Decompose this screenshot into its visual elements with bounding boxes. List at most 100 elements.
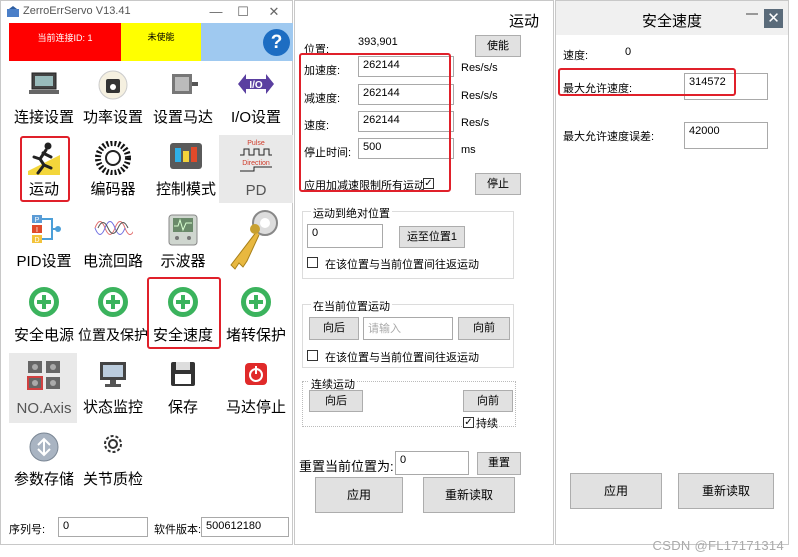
- safety-speed-title: 安全速度: [642, 13, 703, 30]
- position-value: 393,901: [358, 36, 398, 48]
- max-error-input[interactable]: 42000: [684, 122, 768, 149]
- nav-current-loop[interactable]: 电流回路: [78, 207, 148, 275]
- watermark: CSDN @FL17171314: [652, 538, 784, 553]
- cont-forward-button[interactable]: 向前: [463, 390, 513, 412]
- stop-button[interactable]: 停止: [475, 173, 521, 195]
- param-store-icon: [29, 432, 59, 462]
- nav-connection-settings[interactable]: 连接设置: [9, 63, 79, 131]
- nav-motor-settings[interactable]: 设置马达: [148, 63, 218, 131]
- svg-text:D: D: [34, 237, 39, 244]
- sustain-checkbox[interactable]: ✓: [463, 417, 474, 428]
- gear-icon: [104, 435, 122, 453]
- nav-label: I/O设置: [230, 109, 281, 126]
- abs-reciprocate-label: 在该位置与当前位置间往返运动: [325, 259, 479, 271]
- nav-pd[interactable]: Pulse Direction PD: [221, 135, 291, 203]
- rel-back-button[interactable]: 向后: [309, 317, 359, 340]
- reset-position-input[interactable]: 0: [395, 451, 469, 475]
- nav-status-monitor[interactable]: 状态监控: [78, 353, 148, 421]
- nav-save[interactable]: 保存: [148, 353, 218, 421]
- close-button[interactable]: ✕: [764, 9, 783, 28]
- reread-button[interactable]: 重新读取: [678, 473, 774, 509]
- nav-axis[interactable]: NO.Axis: [9, 353, 79, 421]
- nav-safety-power[interactable]: 安全电源: [9, 281, 79, 349]
- stall-protect-icon: [241, 287, 271, 317]
- nav-motor-stop[interactable]: 马达停止: [221, 353, 291, 421]
- safety-power-icon: [29, 287, 59, 317]
- reset-button[interactable]: 重置: [477, 452, 521, 475]
- io-icon: I/O: [238, 74, 274, 94]
- motion-window: 运动 位置: 393,901 使能 加速度: 262144 Res/s/s 减速…: [294, 0, 554, 545]
- motor-icon: [172, 74, 198, 94]
- sustain-label: 持续: [476, 418, 498, 430]
- serial-label: 序列号:: [9, 524, 46, 536]
- nav-param-store[interactable]: 参数存储: [9, 425, 79, 493]
- abs-position-input[interactable]: 0: [307, 224, 383, 248]
- goto-position-button[interactable]: 运至位置1: [399, 226, 465, 248]
- speed-unit: Res/s: [461, 117, 490, 129]
- nav-label: 关节质检: [82, 471, 143, 488]
- pid-icon: PID: [32, 215, 61, 244]
- enable-button[interactable]: 使能: [475, 35, 521, 57]
- params-highlight: [299, 53, 451, 192]
- keys-icon: [230, 210, 278, 270]
- axis-icon: [27, 361, 60, 390]
- reread-button[interactable]: 重新读取: [423, 477, 515, 513]
- cont-back-button[interactable]: 向后: [309, 390, 363, 412]
- apply-button[interactable]: 应用: [570, 473, 662, 509]
- serial-field[interactable]: 0: [58, 517, 148, 537]
- nav-joint-qc[interactable]: 关节质检: [78, 425, 148, 493]
- main-title: ZerroErrServo V13.41: [23, 5, 131, 17]
- close-button[interactable]: ✕: [261, 3, 287, 21]
- save-icon: [171, 362, 195, 386]
- pulse-direction-icon: Pulse Direction: [240, 140, 272, 172]
- nav-label: 堵转保护: [225, 327, 286, 344]
- rel-forward-button[interactable]: 向前: [458, 317, 510, 340]
- main-titlebar: ZerroErrServo V13.41 — ☐ ✕: [1, 1, 292, 23]
- apply-button[interactable]: 应用: [315, 477, 403, 513]
- selected-highlight: [147, 277, 221, 349]
- minimize-button[interactable]: —: [203, 3, 229, 21]
- accel-unit: Res/s/s: [461, 62, 498, 74]
- control-mode-icon: [170, 143, 202, 169]
- nav-encoder[interactable]: 编码器: [78, 135, 148, 203]
- firmware-field[interactable]: 500612180: [201, 517, 289, 537]
- nav-label: 编码器: [90, 181, 136, 198]
- speed-value: 0: [625, 46, 632, 58]
- svg-text:Direction: Direction: [242, 160, 270, 167]
- power-meter-icon: [98, 70, 128, 100]
- svg-text:Pulse: Pulse: [247, 140, 265, 147]
- abs-reciprocate-checkbox[interactable]: [307, 257, 318, 268]
- nav-position-protect[interactable]: 位置及保护: [78, 281, 148, 349]
- safety-speed-titlebar: 安全速度 ✕: [556, 1, 788, 35]
- stop-time-unit: ms: [461, 144, 476, 156]
- nav-power-settings[interactable]: 功率设置: [78, 63, 148, 131]
- nav-oscilloscope[interactable]: 示波器: [148, 207, 218, 275]
- help-button[interactable]: ?: [263, 29, 290, 56]
- connection-status: 当前连接ID: 1: [9, 23, 121, 61]
- nav-label: 示波器: [160, 253, 206, 270]
- svg-text:I/O: I/O: [249, 80, 263, 91]
- info-row: 序列号: 0 软件版本: 500612180: [1, 509, 294, 539]
- nav-control-mode[interactable]: 控制模式: [151, 135, 221, 203]
- nav-io-settings[interactable]: I/O I/O设置: [221, 63, 291, 131]
- motion-title: 运动: [508, 13, 539, 30]
- maximize-button[interactable]: ☐: [230, 3, 256, 21]
- nav-pid-settings[interactable]: PID PID设置: [9, 207, 79, 275]
- rel-reciprocate-checkbox[interactable]: [307, 350, 318, 361]
- nav-label: 保存: [167, 399, 198, 416]
- rel-distance-input[interactable]: 请输入: [363, 317, 453, 340]
- minimize-button[interactable]: [746, 13, 758, 15]
- speed-label: 速度:: [563, 50, 589, 62]
- monitor-icon: [100, 362, 126, 387]
- current-loop-icon: [94, 221, 133, 235]
- main-window: ZerroErrServo V13.41 — ☐ ✕ 当前连接ID: 1 未使能…: [0, 0, 293, 545]
- decel-unit: Res/s/s: [461, 90, 498, 102]
- encoder-icon: [95, 141, 131, 175]
- app-logo-icon: [7, 6, 19, 17]
- motor-stop-icon: [245, 363, 267, 385]
- nav-stall-protect[interactable]: 堵转保护: [221, 281, 291, 349]
- nav-label: 设置马达: [152, 109, 213, 126]
- max-speed-highlight: [558, 68, 736, 96]
- enable-status: 未使能: [121, 23, 201, 61]
- laptop-icon: [29, 72, 59, 94]
